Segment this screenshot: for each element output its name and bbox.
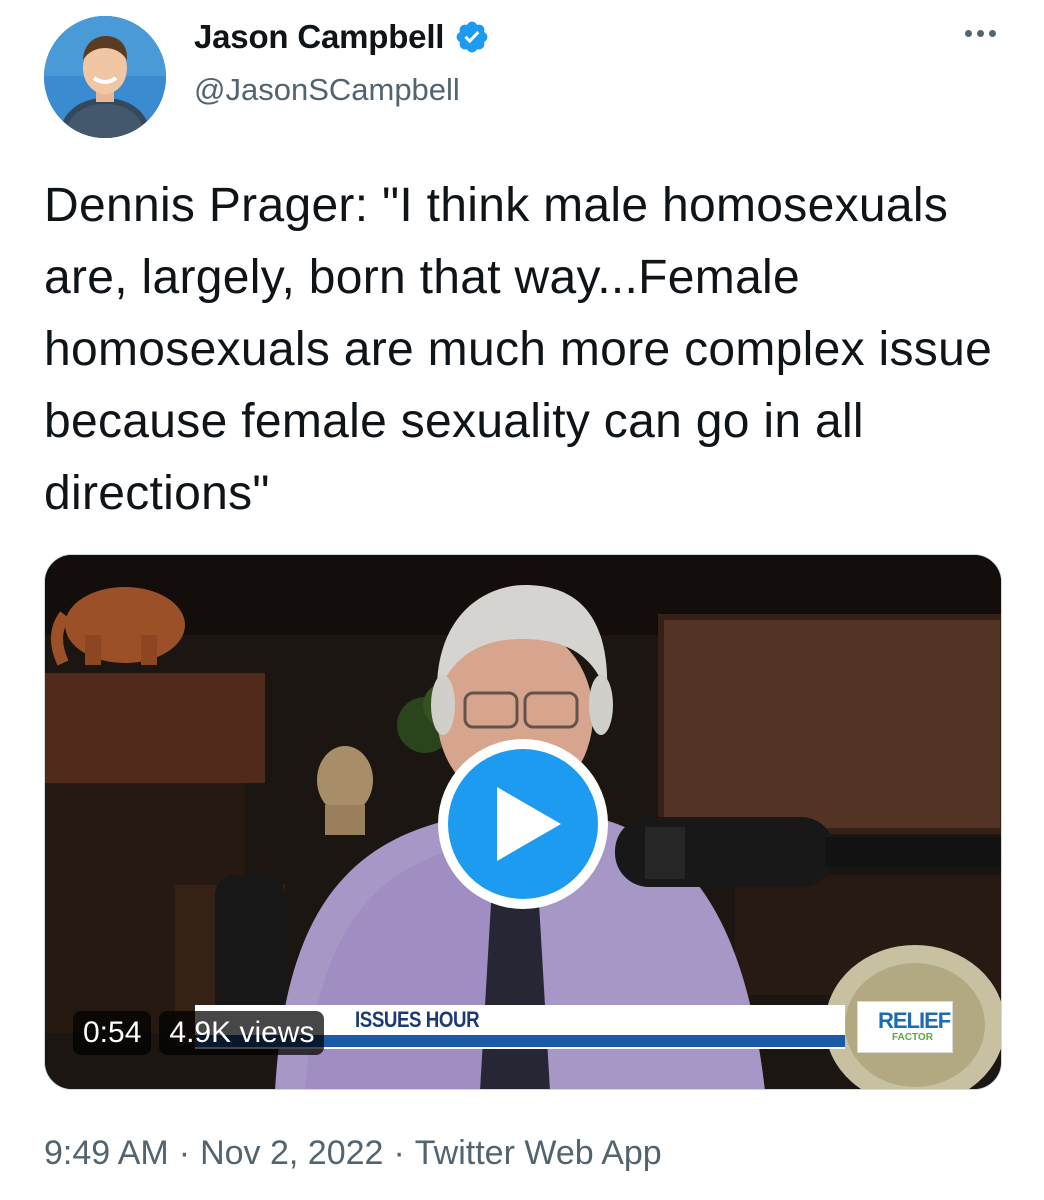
tweet-date[interactable]: Nov 2, 2022 bbox=[200, 1134, 383, 1173]
tweet-source[interactable]: Twitter Web App bbox=[415, 1134, 662, 1173]
avatar[interactable] bbox=[44, 16, 166, 138]
play-icon bbox=[497, 787, 561, 861]
sponsor-logo: RELIEF FACTOR bbox=[857, 1001, 953, 1053]
meta-separator: · bbox=[393, 1134, 405, 1172]
sponsor-logo-text: RELIEF bbox=[878, 1008, 951, 1033]
author-handle[interactable]: @JasonSCampbell bbox=[194, 72, 460, 108]
sponsor-logo-subtext: FACTOR bbox=[892, 1032, 933, 1043]
play-button-circle bbox=[448, 749, 598, 899]
author-name-row[interactable]: Jason Campbell bbox=[194, 18, 490, 56]
play-button[interactable] bbox=[438, 739, 608, 909]
lower-third-title: ISSUES HOUR bbox=[355, 1007, 480, 1032]
tweet-meta: 9:49 AM · Nov 2, 2022 · Twitter Web App bbox=[44, 1134, 662, 1173]
video-player[interactable]: ISSUES HOUR RELIEF FACTOR 0:54 4.9K view… bbox=[44, 554, 1002, 1090]
meta-separator: · bbox=[178, 1134, 191, 1172]
profile-photo-icon bbox=[44, 16, 166, 138]
tweet-text: Dennis Prager: "I think male homosexuals… bbox=[44, 179, 993, 520]
author-display-name[interactable]: Jason Campbell bbox=[194, 18, 444, 56]
tweet-time[interactable]: 9:49 AM bbox=[44, 1134, 169, 1173]
more-options-icon[interactable] bbox=[961, 22, 1000, 45]
video-views-badge: 4.9K views bbox=[159, 1011, 325, 1055]
verified-badge-icon bbox=[454, 19, 490, 55]
tweet-card: Jason Campbell @JasonSCampbell Dennis Pr… bbox=[0, 0, 1044, 1200]
video-badges: 0:54 4.9K views bbox=[73, 1011, 325, 1055]
video-duration-badge: 0:54 bbox=[73, 1011, 152, 1055]
